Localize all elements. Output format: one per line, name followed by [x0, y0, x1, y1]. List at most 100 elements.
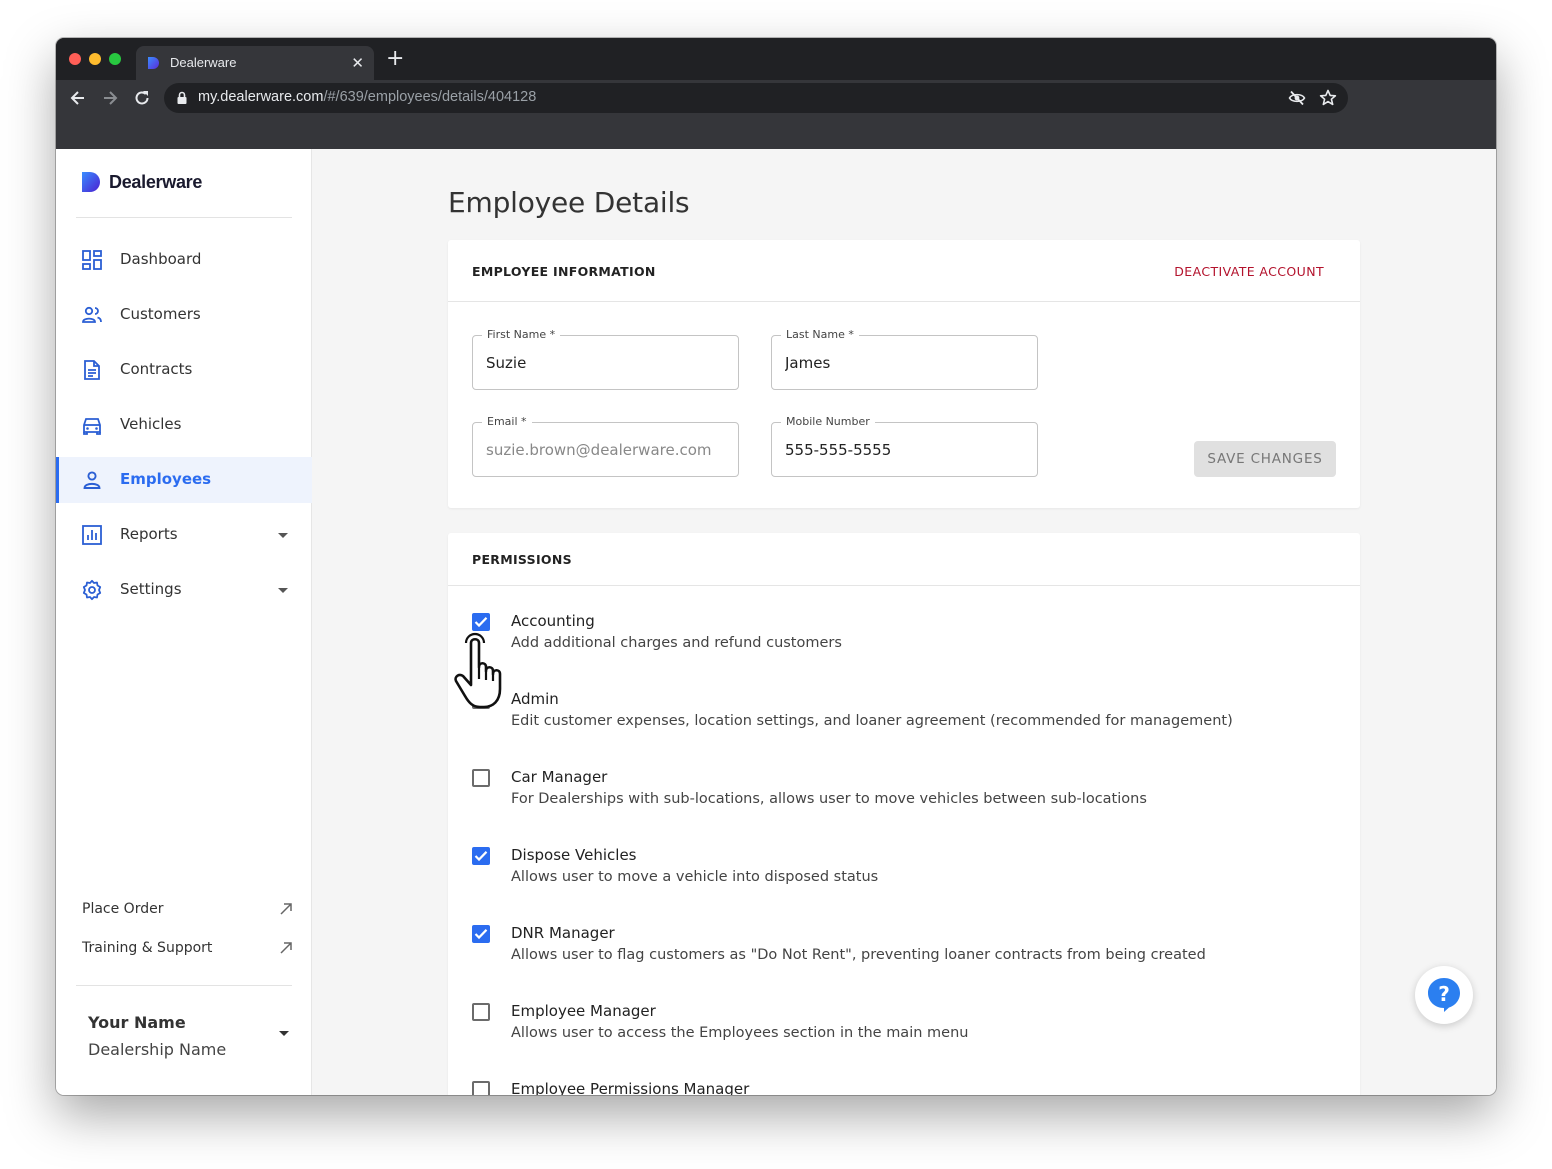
dnr-manager-checkbox[interactable]	[472, 925, 490, 943]
checkmark-icon	[474, 617, 488, 628]
card-title: EMPLOYEE INFORMATION	[472, 264, 656, 279]
user-menu-chevron-down-icon[interactable]	[279, 1031, 289, 1036]
employee-permissions-manager-checkbox[interactable]	[472, 1081, 490, 1095]
customers-icon	[82, 306, 102, 323]
sidebar-item-label: Vehicles	[120, 415, 182, 433]
card-header: PERMISSIONS	[448, 533, 1360, 586]
lock-icon	[177, 91, 187, 104]
place-order-link[interactable]: Place Order	[82, 899, 294, 923]
permission-admin: Admin Edit customer expenses, location s…	[472, 690, 1332, 750]
place-order-label: Place Order	[82, 901, 164, 917]
permission-description: Allows user to access the Employees sect…	[511, 1025, 969, 1041]
card-title: PERMISSIONS	[472, 552, 572, 567]
browser-tab[interactable]: Dealerware ✕	[136, 46, 374, 80]
bookmark-star-icon[interactable]	[1318, 88, 1338, 108]
card-header: EMPLOYEE INFORMATION DEACTIVATE ACCOUNT	[448, 240, 1360, 302]
sidebar-item-employees[interactable]: Employees	[56, 457, 312, 503]
training-support-label: Training & Support	[82, 940, 213, 956]
first-name-input[interactable]	[486, 352, 726, 374]
close-window-button[interactable]	[69, 53, 81, 65]
permission-title: Dispose Vehicles	[511, 846, 637, 864]
settings-icon	[82, 579, 102, 601]
checkmark-icon	[474, 929, 488, 940]
eye-off-icon[interactable]	[1288, 89, 1306, 107]
save-changes-button[interactable]: SAVE CHANGES	[1194, 441, 1336, 477]
forward-arrow-icon[interactable]	[100, 88, 120, 108]
minimize-window-button[interactable]	[89, 53, 101, 65]
permission-title: DNR Manager	[511, 924, 615, 942]
brand-name: Dealerware	[109, 171, 203, 192]
main-content: Employee Details EMPLOYEE INFORMATION DE…	[313, 149, 1496, 1095]
sidebar-item-customers[interactable]: Customers	[56, 292, 312, 338]
dealerware-logo-icon	[82, 172, 100, 192]
sidebar-item-reports[interactable]: Reports	[56, 512, 312, 558]
permission-title: Admin	[511, 690, 559, 708]
permission-title: Employee Manager	[511, 1002, 656, 1020]
permission-employee-permissions-manager: Employee Permissions Manager	[472, 1080, 1332, 1095]
reports-icon	[82, 525, 102, 545]
chevron-down-icon[interactable]	[278, 588, 288, 593]
mobile-number-input[interactable]	[785, 439, 1025, 461]
sidebar-item-label: Dashboard	[120, 250, 202, 268]
permission-accounting: Accounting Add additional charges and re…	[472, 612, 1332, 672]
email-input[interactable]	[486, 439, 726, 461]
reload-icon[interactable]	[132, 88, 152, 108]
url-path: /#/639/employees/details/404128	[323, 89, 537, 105]
chevron-down-icon[interactable]	[278, 533, 288, 538]
permission-dnr-manager: DNR Manager Allows user to flag customer…	[472, 924, 1332, 984]
permission-description: For Dealerships with sub-locations, allo…	[511, 791, 1147, 807]
sidebar-item-label: Employees	[120, 470, 212, 488]
maximize-window-button[interactable]	[109, 53, 121, 65]
back-arrow-icon[interactable]	[68, 88, 88, 108]
permission-dispose-vehicles: Dispose Vehicles Allows user to move a v…	[472, 846, 1332, 906]
tab-title: Dealerware	[170, 55, 237, 70]
dealership-name: Dealership Name	[88, 1040, 227, 1059]
first-name-label: First Name *	[482, 328, 561, 341]
first-name-field: First Name *	[472, 328, 739, 390]
permission-employee-manager: Employee Manager Allows user to access t…	[472, 1002, 1332, 1062]
url-text: my.dealerware.com/#/639/employees/detail…	[198, 89, 536, 105]
external-link-arrow-icon	[280, 942, 292, 954]
sidebar-item-vehicles[interactable]: Vehicles	[56, 402, 312, 448]
permission-title: Employee Permissions Manager	[511, 1080, 750, 1095]
new-tab-icon[interactable]: +	[386, 48, 404, 70]
sidebar-item-dashboard[interactable]: Dashboard	[56, 237, 312, 283]
permissions-card: PERMISSIONS Accounting Add additional ch…	[448, 533, 1360, 1095]
brand[interactable]: Dealerware	[81, 171, 202, 193]
tab-close-icon[interactable]: ✕	[351, 54, 364, 72]
mobile-number-field: Mobile Number	[771, 415, 1038, 477]
page-title: Employee Details	[448, 186, 690, 219]
employee-information-card: EMPLOYEE INFORMATION DEACTIVATE ACCOUNT …	[448, 240, 1360, 508]
dispose-vehicles-checkbox[interactable]	[472, 847, 490, 865]
url-host: my.dealerware.com	[198, 89, 324, 105]
mobile-number-label: Mobile Number	[781, 415, 875, 428]
email-label: Email *	[482, 415, 532, 428]
browser-window: Dealerware ✕ + my.dealerware.com/#/639/e…	[56, 38, 1496, 1095]
permission-description: Edit customer expenses, location setting…	[511, 713, 1233, 729]
permission-description: Add additional charges and refund custom…	[511, 635, 842, 651]
sidebar-item-contracts[interactable]: Contracts	[56, 347, 312, 393]
last-name-input[interactable]	[785, 352, 1025, 374]
address-bar[interactable]: my.dealerware.com/#/639/employees/detail…	[164, 83, 1348, 113]
sidebar-item-label: Contracts	[120, 360, 193, 378]
pointer-hand-cursor-icon	[454, 632, 502, 709]
email-field: Email *	[472, 415, 739, 477]
deactivate-account-button[interactable]: DEACTIVATE ACCOUNT	[1174, 264, 1324, 279]
contracts-icon	[84, 360, 100, 380]
car-manager-checkbox[interactable]	[472, 769, 490, 787]
help-question-icon: ?	[1428, 978, 1460, 1012]
sidebar-item-label: Reports	[120, 525, 178, 543]
help-button[interactable]: ?	[1415, 966, 1473, 1024]
sidebar-item-label: Settings	[120, 580, 182, 598]
employee-manager-checkbox[interactable]	[472, 1003, 490, 1021]
permission-title: Car Manager	[511, 768, 608, 786]
last-name-label: Last Name *	[781, 328, 859, 341]
dashboard-icon	[82, 250, 102, 270]
user-name[interactable]: Your Name	[88, 1013, 186, 1032]
employees-icon	[83, 471, 101, 489]
last-name-field: Last Name *	[771, 328, 1038, 390]
vehicles-icon	[83, 418, 101, 435]
tab-strip: Dealerware ✕ +	[56, 38, 1496, 80]
sidebar-item-settings[interactable]: Settings	[56, 567, 312, 613]
training-support-link[interactable]: Training & Support	[82, 938, 294, 962]
